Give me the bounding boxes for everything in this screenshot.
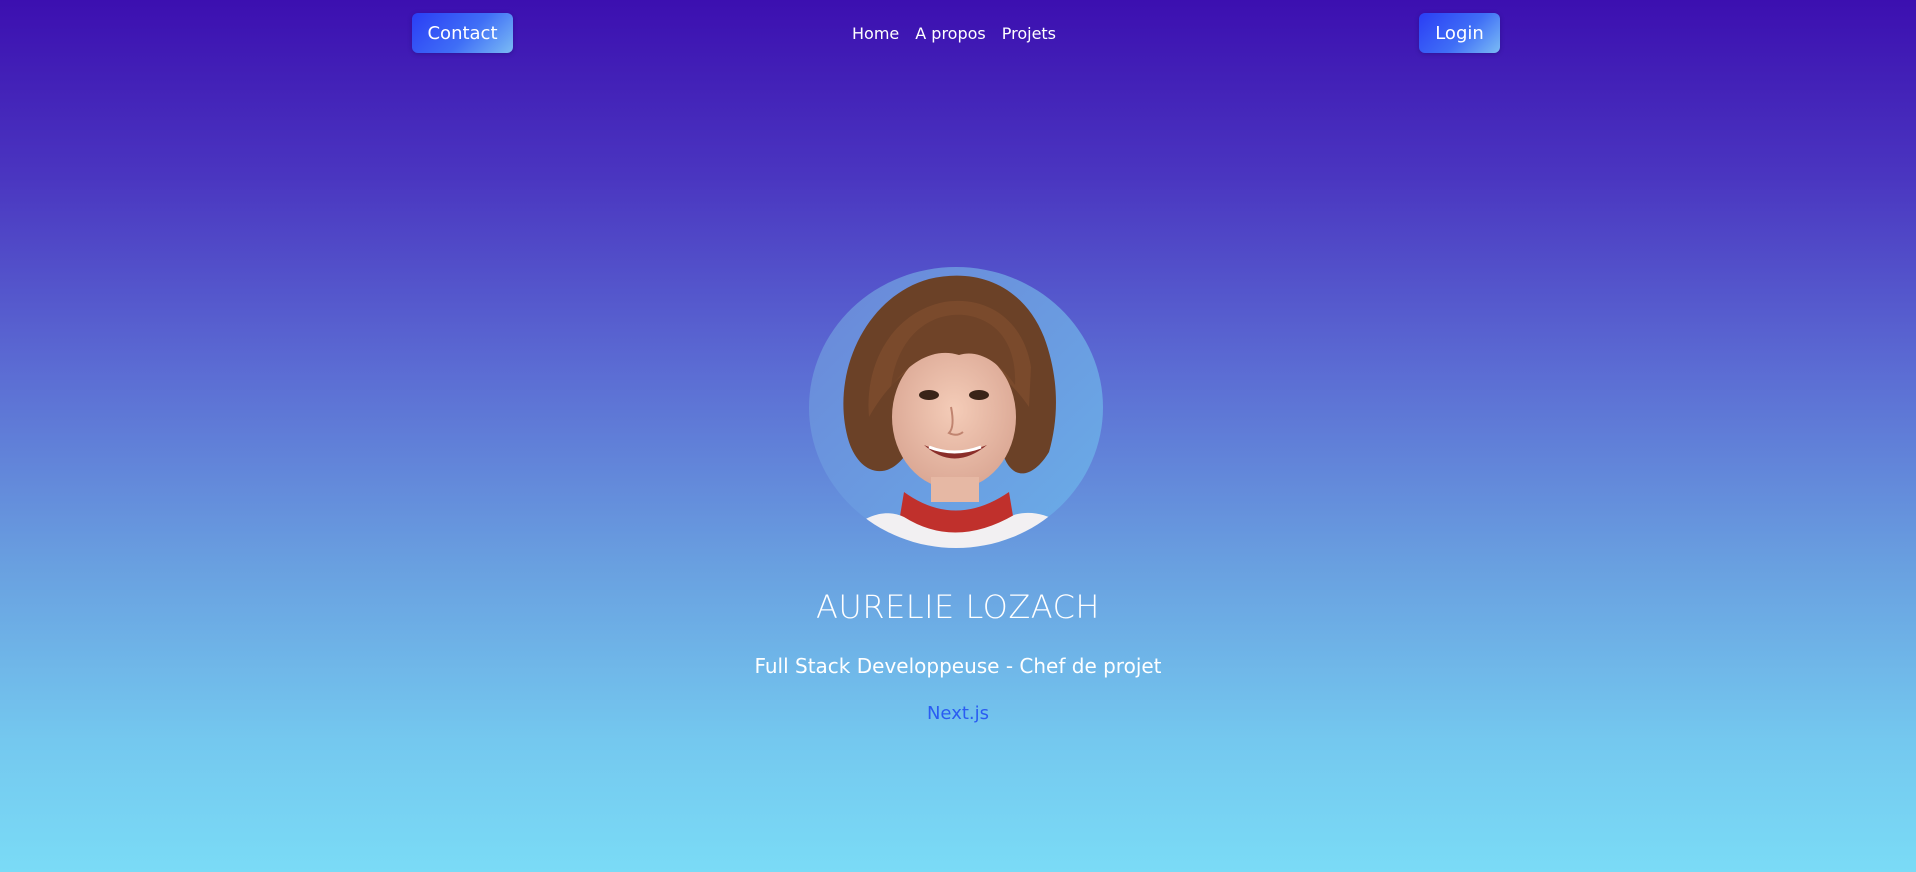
profile-photo — [809, 267, 1103, 548]
tech-label: Next.js — [926, 703, 990, 724]
profile-name: AURELIE LOZACH — [816, 588, 1100, 626]
profile-photo-image — [809, 267, 1103, 548]
profile-subtitle: Full Stack Developpeuse - Chef de projet — [754, 654, 1162, 678]
hero-section: AURELIE LOZACH Full Stack Developpeuse -… — [0, 0, 1916, 872]
